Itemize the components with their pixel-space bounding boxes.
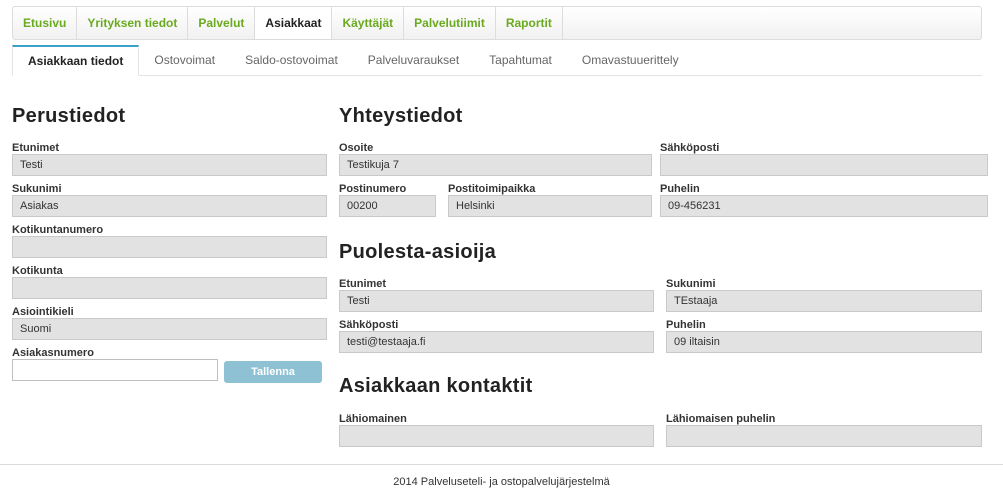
- sukunimi-field[interactable]: Asiakas: [12, 195, 327, 217]
- tab-ostovoimat[interactable]: Ostovoimat: [139, 45, 230, 75]
- yhteystiedot-heading: Yhteystiedot: [339, 105, 463, 127]
- puolesta-etunimet-label: Etunimet: [339, 278, 387, 290]
- tab-palveluvaraukset[interactable]: Palveluvaraukset: [353, 45, 474, 75]
- nav-item-palvelutiimit[interactable]: Palvelutiimit: [404, 7, 496, 39]
- main-nav: Etusivu Yrityksen tiedot Palvelut Asiakk…: [12, 6, 982, 40]
- postinumero-field[interactable]: 00200: [339, 195, 436, 217]
- puolesta-sukunimi-field[interactable]: TEstaaja: [666, 290, 982, 312]
- puolesta-etunimet-field[interactable]: Testi: [339, 290, 654, 312]
- etunimet-label: Etunimet: [12, 142, 60, 154]
- kotikunta-label: Kotikunta: [12, 265, 63, 277]
- osoite-label: Osoite: [339, 142, 374, 154]
- lahiomainen-label: Lähiomainen: [339, 413, 407, 425]
- lahiomaisen-puhelin-label: Lähiomaisen puhelin: [666, 413, 776, 425]
- nav-item-raportit[interactable]: Raportit: [496, 7, 563, 39]
- nav-item-etusivu[interactable]: Etusivu: [13, 7, 78, 39]
- tab-tapahtumat[interactable]: Tapahtumat: [474, 45, 567, 75]
- kotikuntanumero-field[interactable]: [12, 236, 327, 258]
- puolesta-sahkoposti-label: Sähköposti: [339, 319, 399, 331]
- asiointikieli-label: Asiointikieli: [12, 306, 74, 318]
- lahiomaisen-puhelin-field[interactable]: [666, 425, 982, 447]
- postitoimipaikka-field[interactable]: Helsinki: [448, 195, 652, 217]
- kotikunta-field[interactable]: [12, 277, 327, 299]
- puolesta-puhelin-label: Puhelin: [666, 319, 706, 331]
- asiakkaan-kontaktit-heading: Asiakkaan kontaktit: [339, 375, 533, 397]
- tab-saldo-ostovoimat[interactable]: Saldo-ostovoimat: [230, 45, 353, 75]
- puolesta-sukunimi-label: Sukunimi: [666, 278, 716, 290]
- sub-tabs: Asiakkaan tiedot Ostovoimat Saldo-ostovo…: [12, 45, 982, 76]
- kotikuntanumero-label: Kotikuntanumero: [12, 224, 104, 236]
- sukunimi-label: Sukunimi: [12, 183, 62, 195]
- tab-asiakkaan-tiedot[interactable]: Asiakkaan tiedot: [12, 45, 140, 76]
- etunimet-field[interactable]: Testi: [12, 154, 327, 176]
- nav-item-asiakkaat[interactable]: Asiakkaat: [255, 7, 333, 39]
- puolesta-puhelin-field[interactable]: 09 iltaisin: [666, 331, 982, 353]
- perustiedot-heading: Perustiedot: [12, 105, 126, 127]
- postitoimipaikka-label: Postitoimipaikka: [448, 183, 536, 195]
- tab-omavastuuerittely[interactable]: Omavastuuerittely: [567, 45, 694, 75]
- nav-item-yrityksen-tiedot[interactable]: Yrityksen tiedot: [77, 7, 189, 39]
- puolesta-asioija-heading: Puolesta-asioija: [339, 241, 497, 263]
- puhelin-field[interactable]: 09-456231: [660, 195, 988, 217]
- puolesta-sahkoposti-field[interactable]: testi@testaaja.fi: [339, 331, 654, 353]
- nav-item-palvelut[interactable]: Palvelut: [188, 7, 256, 39]
- lahiomainen-field[interactable]: [339, 425, 654, 447]
- asiointikieli-field[interactable]: Suomi: [12, 318, 327, 340]
- asiakasnumero-input[interactable]: [12, 359, 218, 381]
- footer-divider: [0, 464, 1003, 465]
- asiakasnumero-label: Asiakasnumero: [12, 347, 94, 359]
- postinumero-label: Postinumero: [339, 183, 407, 195]
- sahkoposti-label: Sähköposti: [660, 142, 720, 154]
- nav-item-kayttajat[interactable]: Käyttäjät: [332, 7, 405, 39]
- osoite-field[interactable]: Testikuja 7: [339, 154, 652, 176]
- sahkoposti-field[interactable]: [660, 154, 988, 176]
- puhelin-label: Puhelin: [660, 183, 700, 195]
- footer-text: 2014 Palveluseteli- ja ostopalvelujärjes…: [393, 476, 610, 488]
- save-button[interactable]: Tallenna: [224, 361, 322, 383]
